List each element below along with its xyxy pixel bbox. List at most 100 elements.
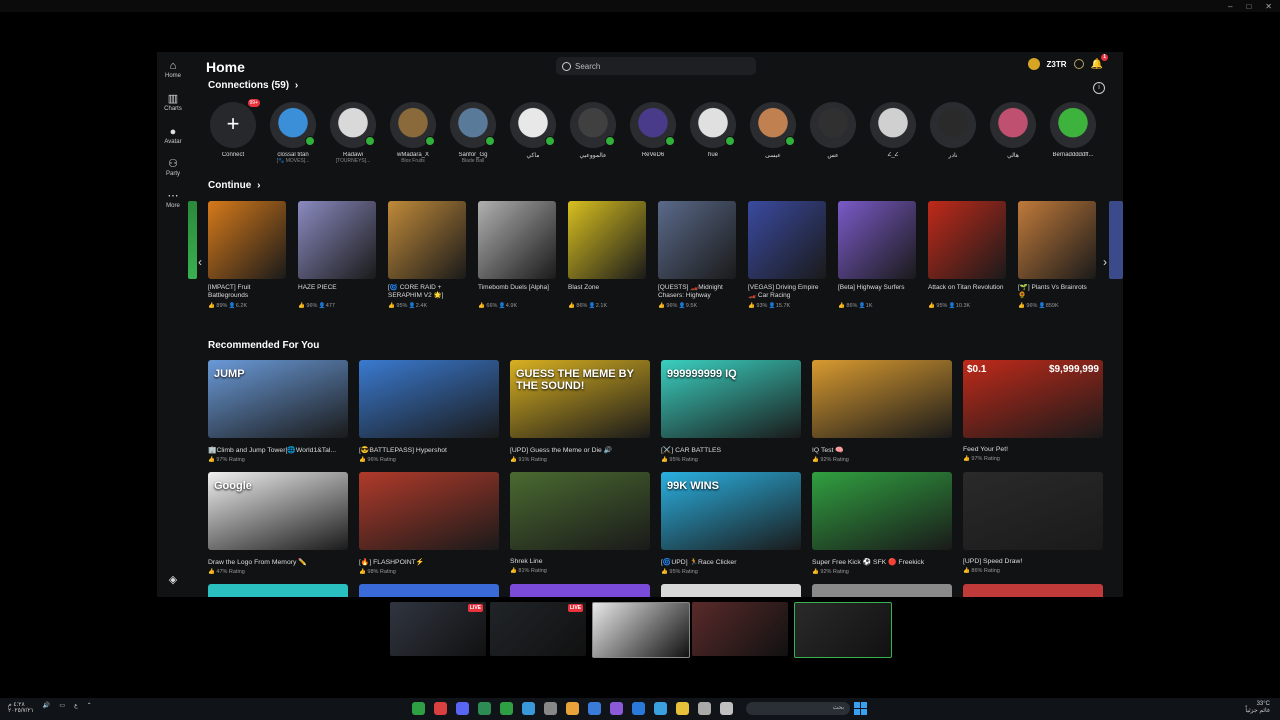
taskbar-app-icon[interactable] — [654, 702, 667, 715]
stream-thumbnail[interactable] — [592, 602, 690, 658]
taskbar-app-icon[interactable] — [676, 702, 689, 715]
stream-thumbnail[interactable] — [794, 602, 892, 658]
charts-icon: ▥ — [167, 93, 179, 105]
notification-bell-icon[interactable]: 🔔 1 — [1091, 53, 1108, 70]
continue-card[interactable]: Attack on Titan Revolution 👍 95% 👤10.3K — [928, 201, 1006, 309]
taskbar-app-icon[interactable] — [522, 702, 535, 715]
stream-thumbnail[interactable]: LIVE — [390, 602, 486, 656]
game-title: Blast Zone — [568, 284, 600, 291]
game-rating: 66% — [486, 303, 498, 309]
rail-item-charts[interactable]: ▥ Charts — [157, 93, 189, 112]
taskbar-app-icon[interactable] — [632, 702, 645, 715]
chevron-up-icon[interactable]: ⌃ — [87, 702, 92, 714]
connection-item[interactable]: هالي — [985, 102, 1041, 159]
connection-item[interactable]: Bernadddddff... — [1045, 102, 1101, 158]
game-rating: 96% — [1026, 303, 1038, 309]
continue-card[interactable]: [🌱] Plants Vs Brainrots 🌻 👍 96% 👤859K — [1018, 201, 1096, 309]
recommended-card[interactable]: Google Draw the Logo From Memory ✏️ 👍 47% … — [208, 472, 348, 575]
connection-item[interactable]: hue — [685, 102, 741, 158]
taskbar-app-icon[interactable] — [588, 702, 601, 715]
connection-item[interactable]: ReVeD6 — [625, 102, 681, 158]
recommended-card[interactable]: IQ Test 🧠 👍 92% Rating — [812, 360, 952, 463]
game-thumbnail — [298, 201, 376, 279]
players-icon: 👤 — [767, 303, 776, 309]
maximize-button[interactable]: □ — [1246, 2, 1251, 11]
connection-item[interactable]: عالمووعيي — [565, 102, 621, 159]
recommended-card[interactable]: JUMP 🏢Climb and Jump Tower[🌐World1&Tal...… — [208, 360, 348, 463]
connection-item[interactable]: عيسى — [745, 102, 801, 159]
rail-item-party[interactable]: ⚇ Party — [157, 158, 189, 177]
continue-header[interactable]: Continue › — [208, 180, 260, 191]
volume-icon[interactable]: 🔊 — [43, 702, 50, 714]
rail-item-home[interactable]: ⌂ Home — [157, 60, 189, 79]
connection-item[interactable]: ماكي — [505, 102, 561, 159]
taskbar-app-icon[interactable] — [720, 702, 733, 715]
taskbar-app-icon[interactable] — [566, 702, 579, 715]
game-rating: 92% Rating — [820, 457, 849, 463]
taskbar-app-icon[interactable] — [544, 702, 557, 715]
recommended-card[interactable]: $0.1 $9,999,999 Feed Your Pet! 👍 97% Rating — [963, 360, 1103, 462]
taskbar-app-icon[interactable] — [610, 702, 623, 715]
continue-card[interactable]: [QUESTS] 🏎️Midnight Chasers: Highway 👍 96… — [658, 201, 736, 309]
connection-item[interactable]: Radawi [TOURNEYS]... — [325, 102, 381, 164]
taskbar-app-icon[interactable] — [478, 702, 491, 715]
connection-item[interactable]: نادر — [925, 102, 981, 159]
rail-item-avatar[interactable]: ● Avatar — [157, 126, 189, 145]
taskbar-app-icon[interactable] — [434, 702, 447, 715]
language-indicator[interactable]: ع — [74, 702, 78, 714]
clock-block[interactable]: ٤:٢٨ م ٢٠٢٥/٧/٢١ — [8, 702, 34, 714]
connection-item[interactable]: Z_Z — [865, 102, 921, 158]
players-icon: 👤 — [317, 303, 326, 309]
avatar — [630, 102, 676, 148]
robux-icon[interactable] — [1073, 59, 1084, 69]
taskbar-app-icon[interactable] — [698, 702, 711, 715]
game-title: [⚔️] CAR BATTLES — [661, 447, 722, 454]
recommended-card[interactable]: [😎BATTLEPASS] Hypershot 👍 96% Rating — [359, 360, 499, 463]
scroll-left-button[interactable]: ‹ — [198, 255, 202, 269]
connections-list: +99+ Connect clossal titan [🐾 MOVES]... Ra… — [205, 99, 1123, 174]
search-input[interactable]: Search — [556, 57, 756, 75]
search-icon — [562, 61, 571, 71]
continue-card[interactable]: [Beta] Highway Surfers 👍 86% 👤1K — [838, 201, 916, 309]
stream-thumbnail[interactable]: LIVE — [490, 602, 586, 656]
recommended-card[interactable]: Shrek Line 👍 81% Rating — [510, 472, 650, 574]
connections-header[interactable]: Connections (59) › — [208, 80, 298, 91]
recommended-card[interactable]: [UPD] Speed Draw! 👍 86% Rating — [963, 472, 1103, 574]
connection-item[interactable]: Sanfor_Gg Blade Ball — [445, 102, 501, 164]
connection-item[interactable]: wMadara_X Blox Fruits — [385, 102, 441, 164]
info-icon[interactable]: i — [1093, 82, 1105, 94]
network-icon[interactable]: ▭ — [59, 702, 65, 714]
connection-name: نادر — [948, 153, 958, 159]
connect-button[interactable]: +99+ Connect — [205, 99, 261, 158]
taskbar-app-icon[interactable] — [412, 702, 425, 715]
rail-item-more[interactable]: ⋯ More — [157, 190, 189, 209]
recommended-peek-card — [208, 584, 348, 597]
avatar-icon[interactable] — [1027, 58, 1040, 70]
game-meta: 👍 97% Rating — [208, 457, 348, 463]
recommended-card[interactable]: Super Free Kick ⚽ SFK 🔴 Freekick 👍 92% Ra… — [812, 472, 952, 575]
stream-thumbnail[interactable] — [692, 602, 788, 656]
continue-card[interactable]: [VEGAS] Driving Empire🏎️ Car Racing 👍 93%… — [748, 201, 826, 309]
weather-widget[interactable]: 33°C غائم جزئياً — [1245, 701, 1270, 715]
taskbar-app-icon[interactable] — [500, 702, 513, 715]
continue-card[interactable]: Blast Zone 👍 86% 👤2.1K — [568, 201, 646, 309]
scroll-right-button[interactable]: › — [1103, 255, 1107, 269]
recommended-card[interactable]: 999999999 IQ [⚔️] CAR BATTLES 👍 95% Rating — [661, 360, 801, 463]
continue-card[interactable]: HAZE PIECE 👍 96% 👤477 — [298, 201, 376, 309]
taskbar-search[interactable]: بحث — [746, 702, 850, 715]
connection-item[interactable]: clossal titan [🐾 MOVES]... — [265, 102, 321, 164]
windows-start-icon[interactable] — [854, 702, 867, 715]
continue-card[interactable]: [🌀 CORE RAID + SERAPHIM V2 🌟] 👍 95% 👤2.4K — [388, 201, 466, 309]
recommended-card[interactable]: 99K WINS [🌀UPD] 🏃Race Clicker 👍 95% Rating — [661, 472, 801, 575]
continue-card[interactable]: Timebomb Duels [Alpha] 👍 66% 👤4.9K — [478, 201, 556, 309]
username[interactable]: Z3TR — [1047, 60, 1067, 69]
recommended-card[interactable]: [🔥] FLASHPOINT⚡ 👍 98% Rating — [359, 472, 499, 575]
recommended-card[interactable]: GUESS THE MEME BY THE SOUND! [UPD] Guess … — [510, 360, 650, 463]
connection-item[interactable]: عس — [805, 102, 861, 159]
close-button[interactable]: ✕ — [1265, 2, 1272, 11]
game-thumbnail: GUESS THE MEME BY THE SOUND! — [510, 360, 650, 438]
minimize-button[interactable]: – — [1228, 2, 1232, 11]
taskbar: ٤:٢٨ م ٢٠٢٥/٧/٢١ 🔊 ▭ ع ⌃ بحث 33°C غائم جز… — [0, 698, 1280, 720]
continue-card[interactable]: [IMPACT] Fruit Battlegrounds 👍 89% 👤6.2K — [208, 201, 286, 309]
taskbar-app-icon[interactable] — [456, 702, 469, 715]
